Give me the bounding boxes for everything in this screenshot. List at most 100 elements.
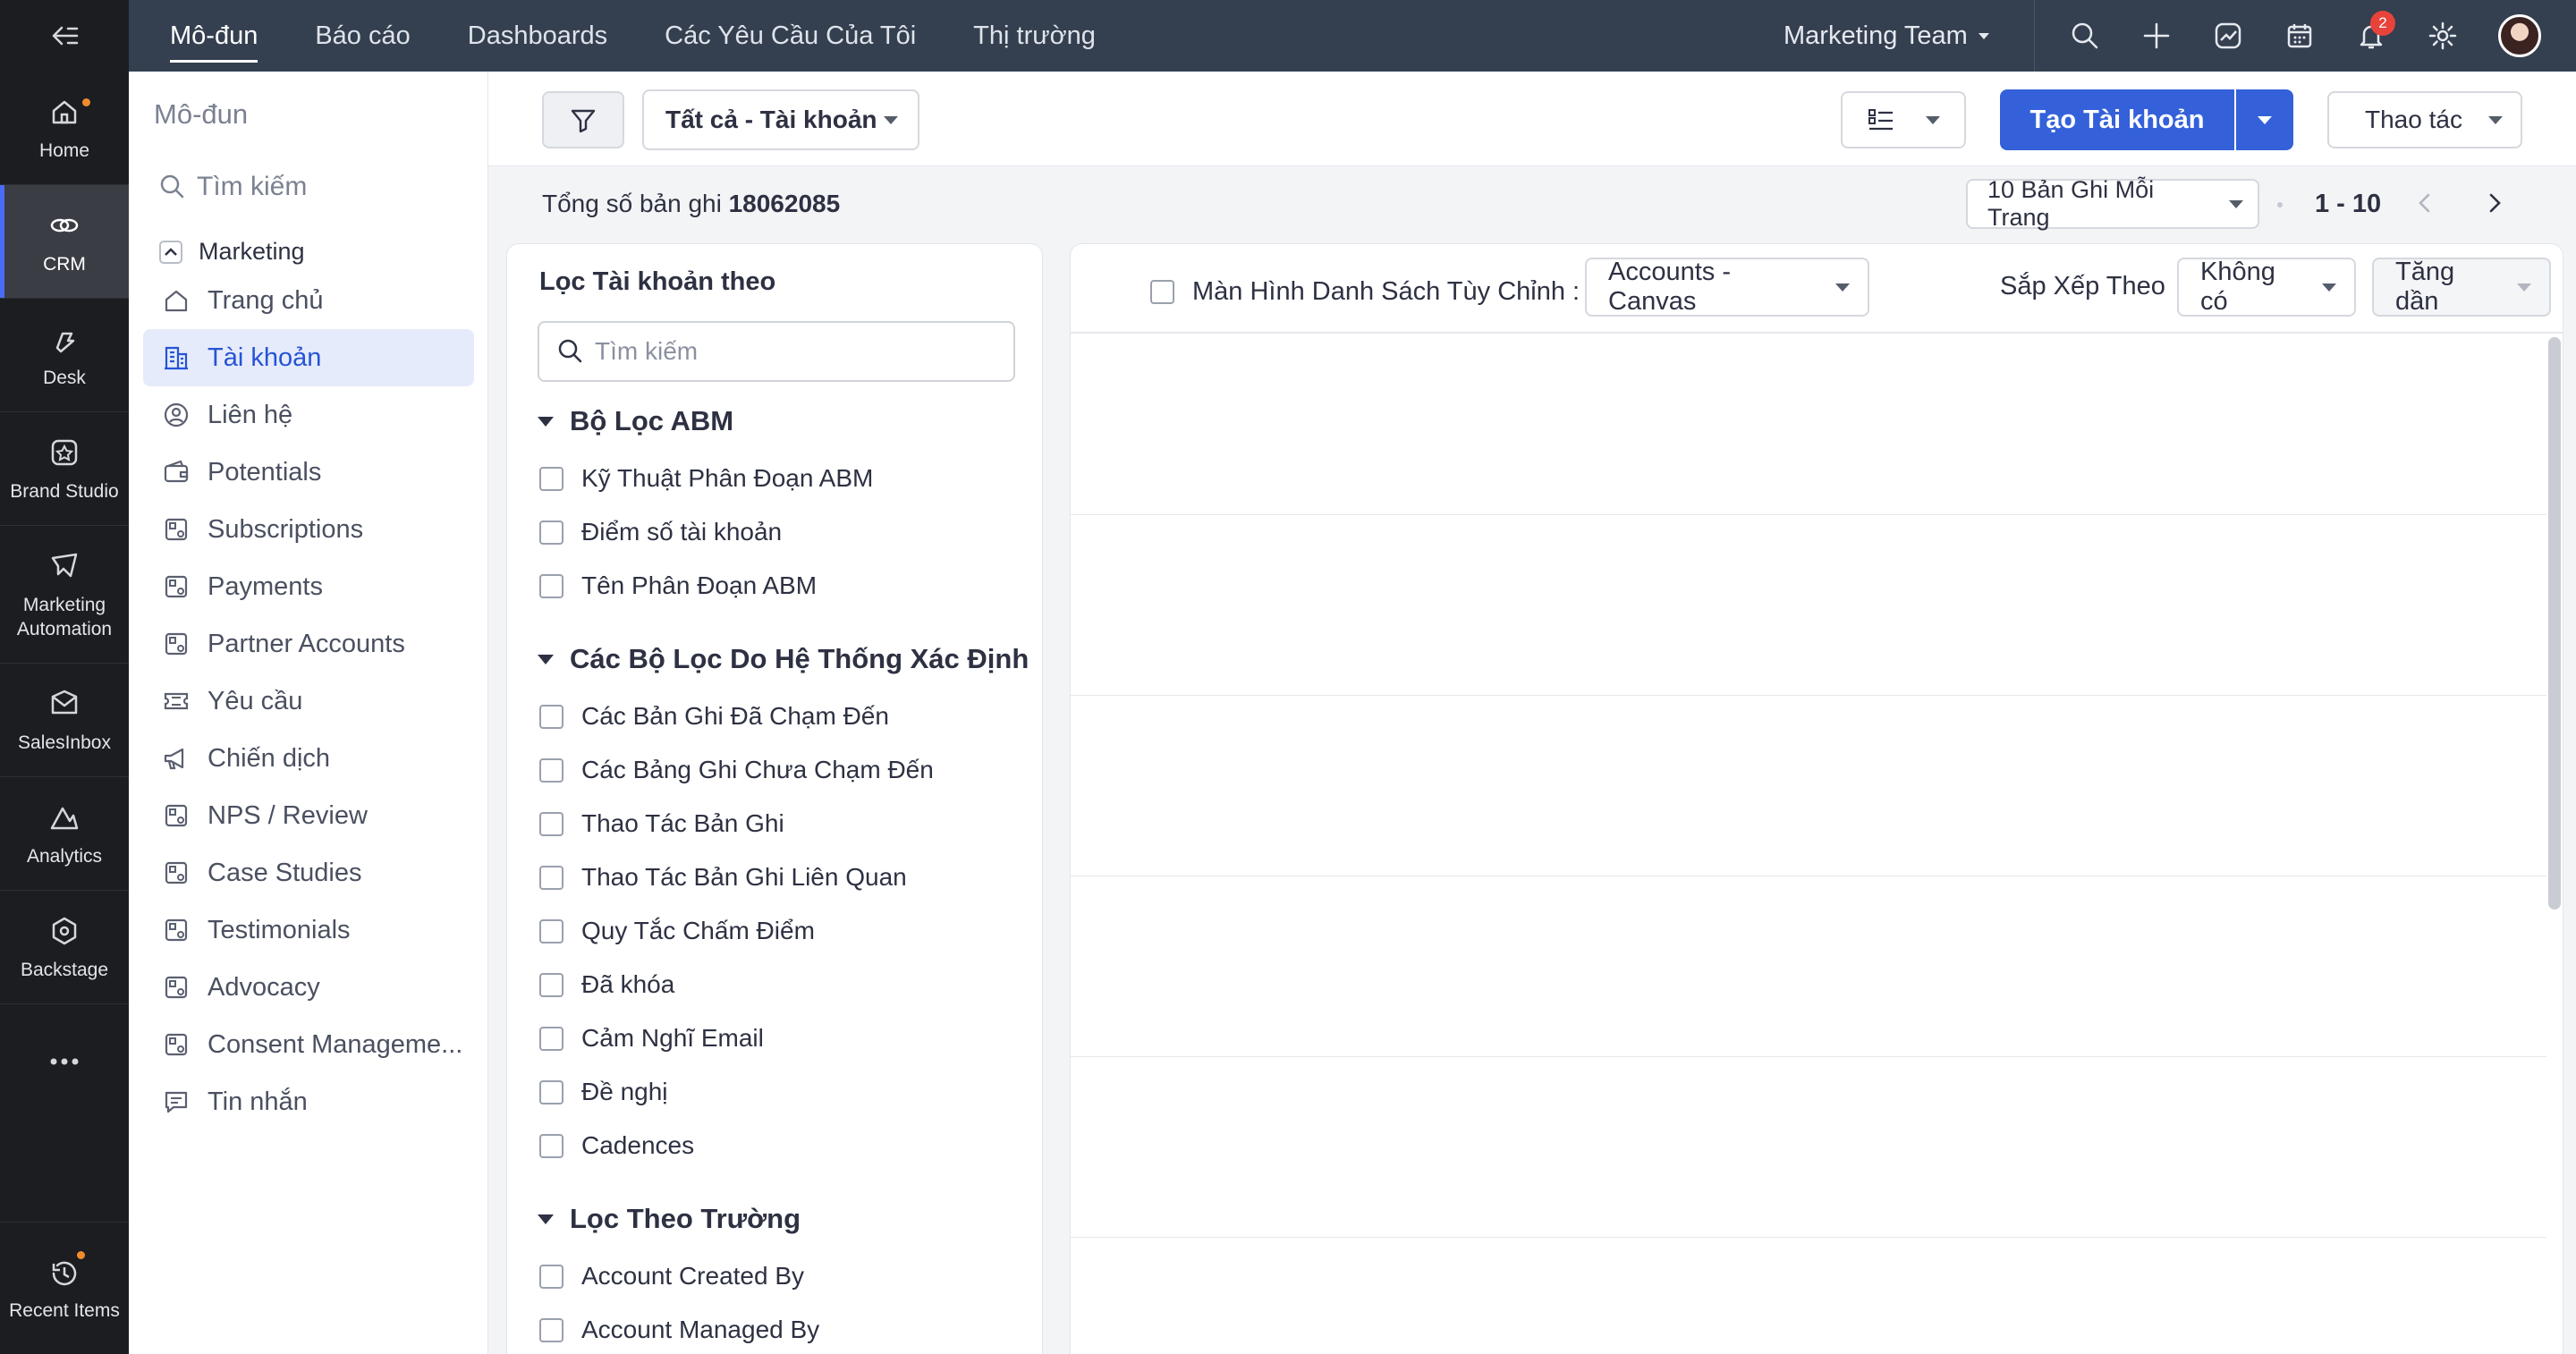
rail-backstage[interactable]: Backstage (0, 891, 129, 1004)
module-group-marketing[interactable]: Marketing (159, 238, 305, 266)
building-icon (165, 346, 188, 370)
filter-option[interactable]: Account Created By (539, 1262, 804, 1291)
module-item-contacts[interactable]: Liên hệ (143, 386, 474, 444)
sort-order-select[interactable]: Tăng dần (2372, 258, 2551, 317)
module-item-payments[interactable]: Payments (143, 558, 474, 615)
module-item-nps-review[interactable]: NPS / Review (143, 787, 474, 844)
actions-button[interactable]: Thao tác (2327, 91, 2522, 148)
team-switcher[interactable]: Marketing Team (1784, 0, 1989, 72)
layout-select[interactable]: Accounts - Canvas (1585, 258, 1869, 317)
view-select[interactable]: Tất cả - Tài khoản (642, 89, 919, 150)
module-item-home[interactable]: Trang chủ (143, 272, 474, 329)
checkbox[interactable] (539, 466, 564, 491)
module-item-partner-accounts[interactable]: Partner Accounts (143, 615, 474, 673)
filter-section-abm[interactable]: Bộ Lọc ABM (538, 405, 733, 437)
checkbox[interactable] (539, 1026, 564, 1051)
gear-icon[interactable] (2427, 20, 2459, 52)
rail-label: CRM (43, 253, 86, 275)
tab-reports[interactable]: Báo cáo (315, 0, 410, 72)
rail-brand-studio[interactable]: Brand Studio (0, 412, 129, 526)
checkbox[interactable] (539, 573, 564, 598)
filter-option[interactable]: Cadences (539, 1131, 694, 1160)
list-row-divider (1071, 1237, 2546, 1238)
activity-icon[interactable] (2212, 20, 2244, 52)
tab-marketplace[interactable]: Thị trường (973, 0, 1096, 72)
search-icon (160, 174, 184, 199)
filter-option[interactable]: Điểm số tài khoản (539, 518, 782, 546)
filter-option[interactable]: Thao Tác Bản Ghi (539, 809, 784, 838)
filter-option[interactable]: Kỹ Thuật Phân Đoạn ABM (539, 464, 873, 493)
module-item-accounts[interactable]: Tài khoản (143, 329, 474, 386)
checkbox[interactable] (539, 811, 564, 836)
caret-down-icon (538, 416, 554, 427)
filter-option[interactable]: Cảm Nghĩ Email (539, 1024, 764, 1053)
checkbox[interactable] (539, 1079, 564, 1104)
rail-home[interactable]: Home (0, 72, 129, 185)
module-item-advocacy[interactable]: Advocacy (143, 959, 474, 1016)
filter-option[interactable]: Các Bản Ghi Đã Chạm Đến (539, 702, 889, 731)
filter-section-system[interactable]: Các Bộ Lọc Do Hệ Thống Xác Định (538, 643, 1029, 675)
collapse-button[interactable] (0, 0, 129, 72)
module-item-consent-management[interactable]: Consent Manageme... (143, 1016, 474, 1073)
module-item-case-studies[interactable]: Case Studies (143, 844, 474, 901)
chevron-up-icon (159, 240, 182, 264)
filter-option[interactable]: Đề nghị (539, 1078, 668, 1106)
tab-my-requests[interactable]: Các Yêu Cầu Của Tôi (665, 0, 916, 72)
checkbox[interactable] (539, 1133, 564, 1158)
checkbox[interactable] (1150, 280, 1174, 304)
plus-icon[interactable] (2140, 20, 2173, 52)
module-search[interactable]: Tìm kiếm (159, 172, 307, 202)
module-item-requests[interactable]: Yêu cầu (143, 673, 474, 730)
list-scrollbar[interactable] (2548, 337, 2561, 910)
prev-page-icon[interactable] (2411, 190, 2438, 216)
module-item-messages[interactable]: Tin nhắn (143, 1073, 474, 1130)
brand-studio-icon (51, 439, 78, 465)
chevron-down-icon (1835, 283, 1850, 292)
view-mode-select[interactable] (1841, 91, 1966, 148)
checkbox[interactable] (539, 1317, 564, 1342)
rail-salesinbox[interactable]: SalesInbox (0, 664, 129, 777)
checkbox[interactable] (539, 918, 564, 944)
filter-option-label: Điểm số tài khoản (581, 518, 783, 546)
checkbox[interactable] (539, 1264, 564, 1289)
module-item-campaigns[interactable]: Chiến dịch (143, 730, 474, 787)
filter-option[interactable]: Đã khóa (539, 970, 674, 999)
filter-toggle-button[interactable] (542, 91, 624, 148)
avatar[interactable] (2498, 14, 2541, 57)
checkbox[interactable] (539, 865, 564, 890)
checkbox[interactable] (539, 972, 564, 997)
custom-view-toggle[interactable]: Màn Hình Danh Sách Tùy Chỉnh : (1150, 277, 1580, 307)
custom-module-icon (165, 918, 188, 942)
per-page-select[interactable]: 10 Bản Ghi Mỗi Trang (1966, 176, 2259, 231)
next-page-icon[interactable] (2481, 190, 2508, 216)
history-icon (52, 1261, 77, 1285)
filter-section-fields[interactable]: Lọc Theo Trường (538, 1203, 801, 1235)
filter-search-input[interactable]: Tìm kiếm (538, 321, 1015, 382)
module-item-subscriptions[interactable]: Subscriptions (143, 501, 474, 558)
tab-dashboards[interactable]: Dashboards (468, 0, 607, 72)
filter-option[interactable]: Các Bảng Ghi Chưa Chạm Đến (539, 756, 934, 784)
checkbox[interactable] (539, 757, 564, 783)
rail-analytics[interactable]: Analytics (0, 777, 129, 891)
create-options-button[interactable] (2236, 89, 2293, 150)
filter-option[interactable]: Quy Tắc Chấm Điểm (539, 917, 815, 945)
module-item-label: Potentials (208, 457, 322, 487)
checkbox[interactable] (539, 704, 564, 729)
create-account-button[interactable]: Tạo Tài khoản (2000, 89, 2236, 150)
filter-option[interactable]: Thao Tác Bản Ghi Liên Quan (539, 863, 907, 892)
rail-desk[interactable]: Desk (0, 299, 129, 412)
notification-badge: 2 (2370, 11, 2395, 36)
rail-crm[interactable]: CRM (0, 185, 129, 299)
module-item-testimonials[interactable]: Testimonials (143, 901, 474, 959)
search-icon[interactable] (2069, 20, 2101, 52)
filter-option[interactable]: Account Managed By (539, 1316, 819, 1344)
checkbox[interactable] (539, 520, 564, 545)
recent-items-button[interactable]: Recent Items (0, 1222, 129, 1354)
calendar-icon[interactable] (2284, 20, 2316, 52)
filter-option[interactable]: Tên Phân Đoạn ABM (539, 571, 817, 600)
module-item-potentials[interactable]: Potentials (143, 444, 474, 501)
tab-modules[interactable]: Mô-đun (170, 0, 258, 72)
sort-field-select[interactable]: Không có (2177, 258, 2356, 317)
rail-marketing-automation[interactable]: Marketing Automation (0, 526, 129, 664)
more-apps-button[interactable] (0, 1004, 129, 1118)
